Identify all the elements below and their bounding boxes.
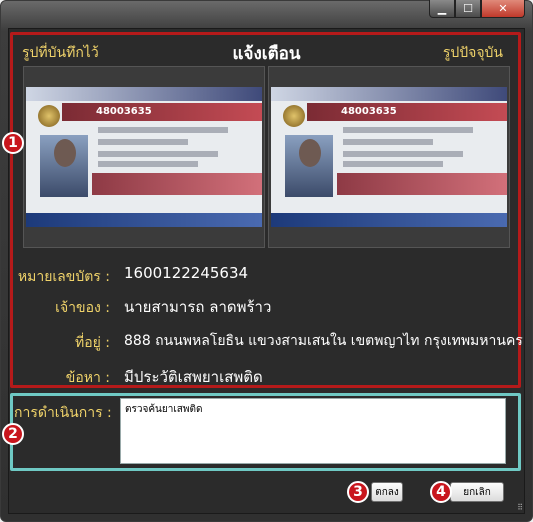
marker-2: 2 <box>2 423 24 445</box>
owner-label: เจ้าของ : <box>55 300 110 316</box>
saved-license-image: 48003635 <box>23 66 265 248</box>
close-icon[interactable]: ✕ <box>481 0 525 18</box>
charge-label: ข้อหา : <box>65 370 110 386</box>
address-value: 888 ถนนพหลโยธิน แขวงสามเสนใน เขตพญาไท กร… <box>124 333 523 349</box>
address-label: ที่อยู่ : <box>74 335 110 351</box>
charge-value: มีประวัติเสพยาเสพติด <box>124 368 263 386</box>
owner-value: นายสามารถ ลาดพร้าว <box>124 298 272 316</box>
current-photo-label: รูปปัจจุบัน <box>442 45 503 61</box>
license-number: 48003635 <box>341 106 397 117</box>
id-label: หมายเลขบัตร : <box>17 269 110 285</box>
seal-icon <box>283 105 305 127</box>
license-number: 48003635 <box>96 106 152 117</box>
minimize-icon[interactable]: ▁ <box>429 0 455 18</box>
ok-button[interactable]: ตกลง <box>371 482 403 502</box>
id-value: 1600122245634 <box>124 264 249 282</box>
action-label: การดำเนินการ : <box>14 405 112 421</box>
window-controls: ▁ ☐ ✕ <box>429 0 525 18</box>
current-license-image: 48003635 <box>268 66 510 248</box>
cancel-button[interactable]: ยกเลิก <box>450 482 504 502</box>
action-input[interactable]: ตรวจค้นยาเสพติด <box>120 398 506 464</box>
marker-4: 4 <box>430 481 452 503</box>
maximize-icon[interactable]: ☐ <box>455 0 481 18</box>
marker-3: 3 <box>347 481 369 503</box>
title-bar: ▁ ☐ ✕ <box>0 0 531 26</box>
license-card: 48003635 <box>271 87 507 227</box>
seal-icon <box>38 105 60 127</box>
marker-1: 1 <box>2 132 24 154</box>
license-card: 48003635 <box>26 87 262 227</box>
resize-grip-icon[interactable]: ⠿ <box>517 503 523 512</box>
